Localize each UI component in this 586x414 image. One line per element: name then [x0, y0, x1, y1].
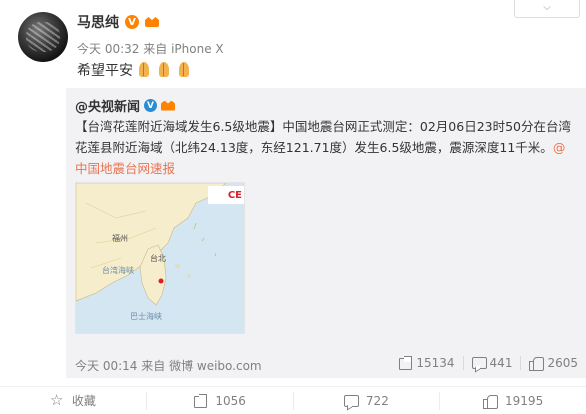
repost-container: @央视新闻 V 【台湾花莲附近海域发生6.5级地震】中国地震台网正式测定：02月… [66, 88, 586, 378]
post-time[interactable]: 今天 00:32 [77, 42, 139, 56]
pray-emoji-icon [155, 61, 173, 79]
author-avatar[interactable] [18, 12, 68, 62]
favorite-label: 收藏 [71, 394, 96, 408]
repost-time[interactable]: 今天 00:14 [75, 359, 137, 373]
repost-like-count: 2605 [547, 356, 578, 370]
share-count: 1056 [215, 393, 246, 408]
repost-source-prefix: 来自 [141, 359, 166, 373]
like-icon [483, 394, 499, 409]
author-name[interactable]: 马思纯 [77, 12, 119, 32]
share-icon [193, 393, 208, 408]
map-label-fuzhou: 福州 [112, 234, 128, 243]
like-icon [529, 356, 545, 371]
repost-actions: 15134 441 2605 [390, 356, 586, 371]
share-icon [398, 356, 413, 370]
like-count: 19195 [505, 393, 544, 408]
pray-emoji-icon [175, 61, 193, 79]
repost-text-content: 【台湾花莲附近海域发生6.5级地震】中国地震台网正式测定：02月06日23时50… [75, 119, 572, 155]
member-crown-icon[interactable] [145, 15, 159, 29]
comment-button[interactable]: 722 [292, 391, 440, 410]
share-button[interactable]: 1056 [145, 391, 293, 410]
chevron-down-icon: ⌵ [543, 2, 551, 13]
star-icon [50, 391, 64, 409]
post-author: 马思纯 V [77, 12, 159, 32]
repost-comment-button[interactable]: 441 [462, 356, 521, 370]
repost-like-button[interactable]: 2605 [520, 356, 586, 371]
member-crown-icon[interactable] [161, 99, 175, 113]
source-prefix: 来自 [143, 42, 168, 56]
cenc-logo: CE [208, 186, 244, 204]
map-label-taiwan-strait: 台湾海峡 [102, 266, 134, 275]
like-button[interactable]: 19195 [439, 391, 586, 410]
weibo-post-card: 马思纯 V ⌵ 今天 00:32 来自 iPhone X 希望平安 @央视新闻 … [0, 0, 586, 414]
repost-author: @央视新闻 V [75, 96, 175, 115]
map-label-taipei: 台北 [150, 254, 166, 263]
repost-meta: 今天 00:14 来自 微博 weibo.com [75, 357, 262, 374]
post-meta: 今天 00:32 来自 iPhone X [77, 40, 224, 57]
post-text-content: 希望平安 [77, 63, 133, 79]
repost-text: 【台湾花莲附近海域发生6.5级地震】中国地震台网正式测定：02月06日23时50… [75, 116, 577, 179]
vip-badge-icon: V [125, 15, 139, 29]
post-text: 希望平安 [77, 60, 193, 80]
post-menu-button[interactable]: ⌵ [514, 0, 580, 18]
post-action-bar: 收藏 1056 722 19195 [0, 386, 586, 414]
comment-count: 722 [365, 393, 389, 408]
repost-source: 微博 weibo.com [169, 359, 262, 373]
repost-share-button[interactable]: 15134 [390, 356, 462, 370]
verified-badge-icon: V [144, 99, 158, 112]
comment-icon [471, 356, 487, 370]
post-source: iPhone X [171, 42, 224, 56]
repost-comment-count: 441 [489, 356, 513, 370]
repost-author-name[interactable]: @央视新闻 [75, 96, 140, 115]
epicenter-marker [158, 278, 164, 284]
pray-emoji-icon [135, 61, 153, 79]
favorite-button[interactable]: 收藏 [0, 391, 146, 410]
comment-icon [343, 394, 359, 408]
repost-share-count: 15134 [416, 356, 455, 370]
earthquake-map-image[interactable]: CE 台北 福州 台湾海峡 巴士海峡 [75, 182, 245, 334]
map-label-bashi-channel: 巴士海峡 [130, 312, 162, 321]
